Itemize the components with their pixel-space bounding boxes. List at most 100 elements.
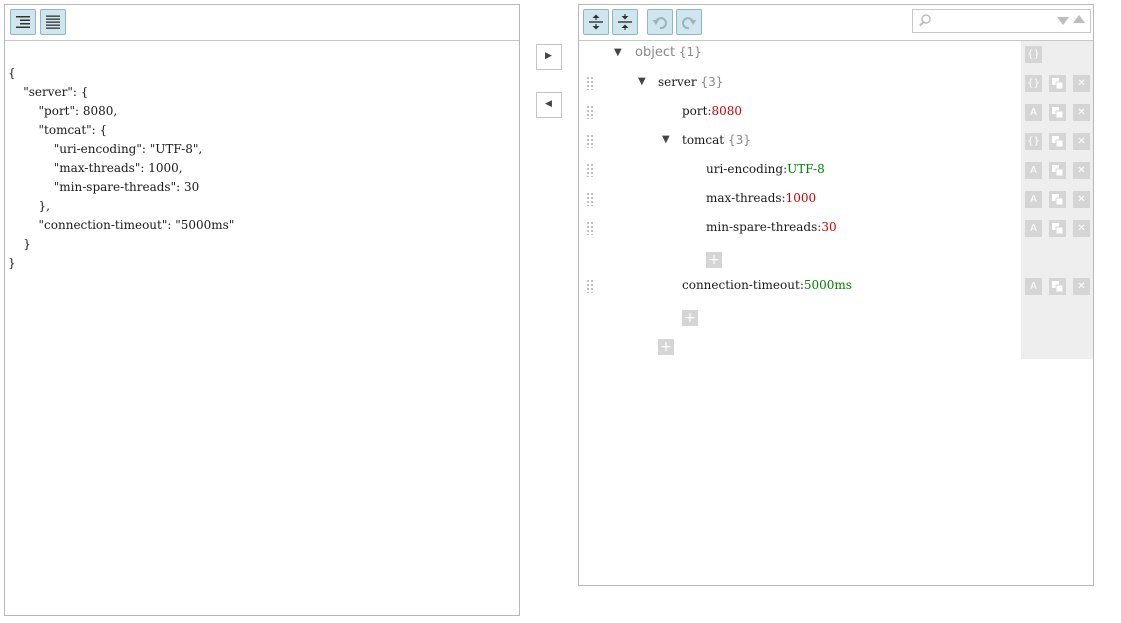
drag-handle-icon[interactable]	[586, 105, 594, 119]
tree-node-root[interactable]: ▼ object {1} {}	[579, 41, 1093, 70]
duplicate-icon[interactable]	[1049, 220, 1066, 237]
code-line: }	[8, 256, 16, 270]
delete-icon[interactable]: ✕	[1073, 162, 1090, 179]
node-key[interactable]: max-threads	[706, 191, 782, 205]
expand-all-icon	[589, 14, 603, 30]
node-key[interactable]: tomcat	[682, 133, 724, 147]
redo-icon	[682, 17, 697, 30]
code-line: },	[8, 199, 50, 213]
node-value[interactable]: 8080	[712, 104, 743, 118]
code-line: "max-threads": 1000,	[8, 161, 183, 175]
append-tomcat-child-button[interactable]: +	[706, 252, 722, 268]
child-count: {3}	[700, 75, 724, 89]
type-auto-icon[interactable]: A	[1025, 162, 1042, 179]
redo-button[interactable]	[676, 9, 702, 35]
type-auto-icon[interactable]: A	[1025, 104, 1042, 121]
append-server-child-button[interactable]: +	[682, 310, 698, 326]
delete-icon[interactable]: ✕	[1073, 191, 1090, 208]
duplicate-icon[interactable]	[1049, 278, 1066, 295]
type-auto-icon[interactable]: A	[1025, 220, 1042, 237]
json-tree: ▼ object {1} {} ▼ server {3} {} ✕ port:8…	[579, 41, 1093, 585]
duplicate-icon[interactable]	[1049, 104, 1066, 121]
duplicate-icon[interactable]	[1049, 75, 1066, 92]
append-root-child-button[interactable]: +	[658, 339, 674, 355]
node-key[interactable]: min-spare-threads	[706, 220, 817, 234]
format-button[interactable]	[10, 9, 36, 35]
node-value[interactable]: UTF-8	[787, 162, 825, 176]
search-next-icon[interactable]	[1057, 17, 1069, 27]
expand-all-button[interactable]	[583, 9, 609, 35]
type-auto-icon[interactable]: A	[1025, 191, 1042, 208]
duplicate-glyph	[1052, 165, 1064, 177]
type-object-icon[interactable]: {}	[1025, 46, 1042, 63]
tree-node-tomcat[interactable]: ▼ tomcat {3} {} ✕	[579, 128, 1093, 157]
node-key[interactable]: connection-timeout	[682, 278, 800, 292]
code-line: "port": 8080,	[8, 104, 118, 118]
code-editor-panel: { "server": { "port": 8080, "tomcat": { …	[4, 4, 520, 616]
duplicate-glyph	[1052, 107, 1064, 119]
child-count: {1}	[678, 45, 702, 59]
node-value[interactable]: 5000ms	[804, 278, 852, 292]
drag-handle-icon[interactable]	[586, 192, 594, 206]
collapse-all-button[interactable]	[612, 9, 638, 35]
node-value[interactable]: 30	[821, 220, 836, 234]
tree-node-min-spare-threads[interactable]: min-spare-threads:30 A ✕	[579, 215, 1093, 244]
code-line: {	[8, 66, 16, 80]
code-line: }	[8, 237, 31, 251]
duplicate-glyph	[1052, 223, 1064, 235]
code-line: "tomcat": {	[8, 123, 108, 137]
type-object-icon[interactable]: {}	[1025, 133, 1042, 150]
play-right-icon: ▶	[545, 51, 552, 61]
drag-handle-icon[interactable]	[586, 163, 594, 177]
node-key[interactable]: uri-encoding	[706, 162, 783, 176]
expanded-triangle-icon[interactable]: ▼	[662, 134, 670, 145]
type-auto-icon[interactable]: A	[1025, 278, 1042, 295]
search-input[interactable]	[935, 12, 1049, 30]
undo-button[interactable]	[647, 9, 673, 35]
code-line: "server": {	[8, 85, 89, 99]
delete-icon[interactable]: ✕	[1073, 104, 1090, 121]
delete-icon[interactable]: ✕	[1073, 75, 1090, 92]
tree-node-uri-encoding[interactable]: uri-encoding:UTF-8 A ✕	[579, 157, 1093, 186]
tree-node-server[interactable]: ▼ server {3} {} ✕	[579, 70, 1093, 99]
format-icon	[16, 16, 30, 28]
compact-button[interactable]	[40, 9, 66, 35]
copy-to-code-button[interactable]: ◀	[536, 92, 562, 118]
delete-icon[interactable]: ✕	[1073, 220, 1090, 237]
code-line: "min-spare-threads": 30	[8, 180, 200, 194]
undo-icon	[652, 17, 667, 30]
child-count: {3}	[727, 133, 751, 147]
delete-icon[interactable]: ✕	[1073, 278, 1090, 295]
search-icon	[919, 14, 931, 27]
node-key[interactable]: port	[682, 104, 707, 118]
copy-to-tree-button[interactable]: ▶	[536, 44, 562, 70]
tree-node-max-threads[interactable]: max-threads:1000 A ✕	[579, 186, 1093, 215]
search-previous-icon[interactable]	[1073, 15, 1085, 25]
duplicate-glyph	[1052, 78, 1064, 90]
expanded-triangle-icon[interactable]: ▼	[614, 47, 622, 58]
drag-handle-icon[interactable]	[586, 279, 594, 293]
duplicate-glyph	[1052, 281, 1064, 293]
duplicate-icon[interactable]	[1049, 133, 1066, 150]
duplicate-icon[interactable]	[1049, 191, 1066, 208]
drag-handle-icon[interactable]	[586, 134, 594, 148]
root-label: object	[635, 45, 676, 60]
delete-icon[interactable]: ✕	[1073, 133, 1090, 150]
duplicate-glyph	[1052, 136, 1064, 148]
duplicate-icon[interactable]	[1049, 162, 1066, 179]
expanded-triangle-icon[interactable]: ▼	[638, 76, 646, 87]
drag-handle-icon[interactable]	[586, 221, 594, 235]
drag-handle-icon[interactable]	[586, 76, 594, 90]
node-key[interactable]: server	[658, 75, 697, 89]
code-line: "connection-timeout": "5000ms"	[8, 218, 235, 232]
node-value[interactable]: 1000	[786, 191, 817, 205]
code-line: "uri-encoding": "UTF-8",	[8, 142, 203, 156]
search-box[interactable]	[912, 9, 1091, 33]
type-object-icon[interactable]: {}	[1025, 75, 1042, 92]
json-text-area[interactable]: { "server": { "port": 8080, "tomcat": { …	[5, 41, 519, 615]
tree-node-port[interactable]: port:8080 A ✕	[579, 99, 1093, 128]
code-editor-toolbar	[5, 5, 519, 41]
tree-editor-toolbar	[579, 5, 1093, 41]
tree-editor-panel: ▼ object {1} {} ▼ server {3} {} ✕ port:8…	[578, 4, 1094, 586]
tree-node-connection-timeout[interactable]: connection-timeout:5000ms A ✕	[579, 273, 1093, 302]
